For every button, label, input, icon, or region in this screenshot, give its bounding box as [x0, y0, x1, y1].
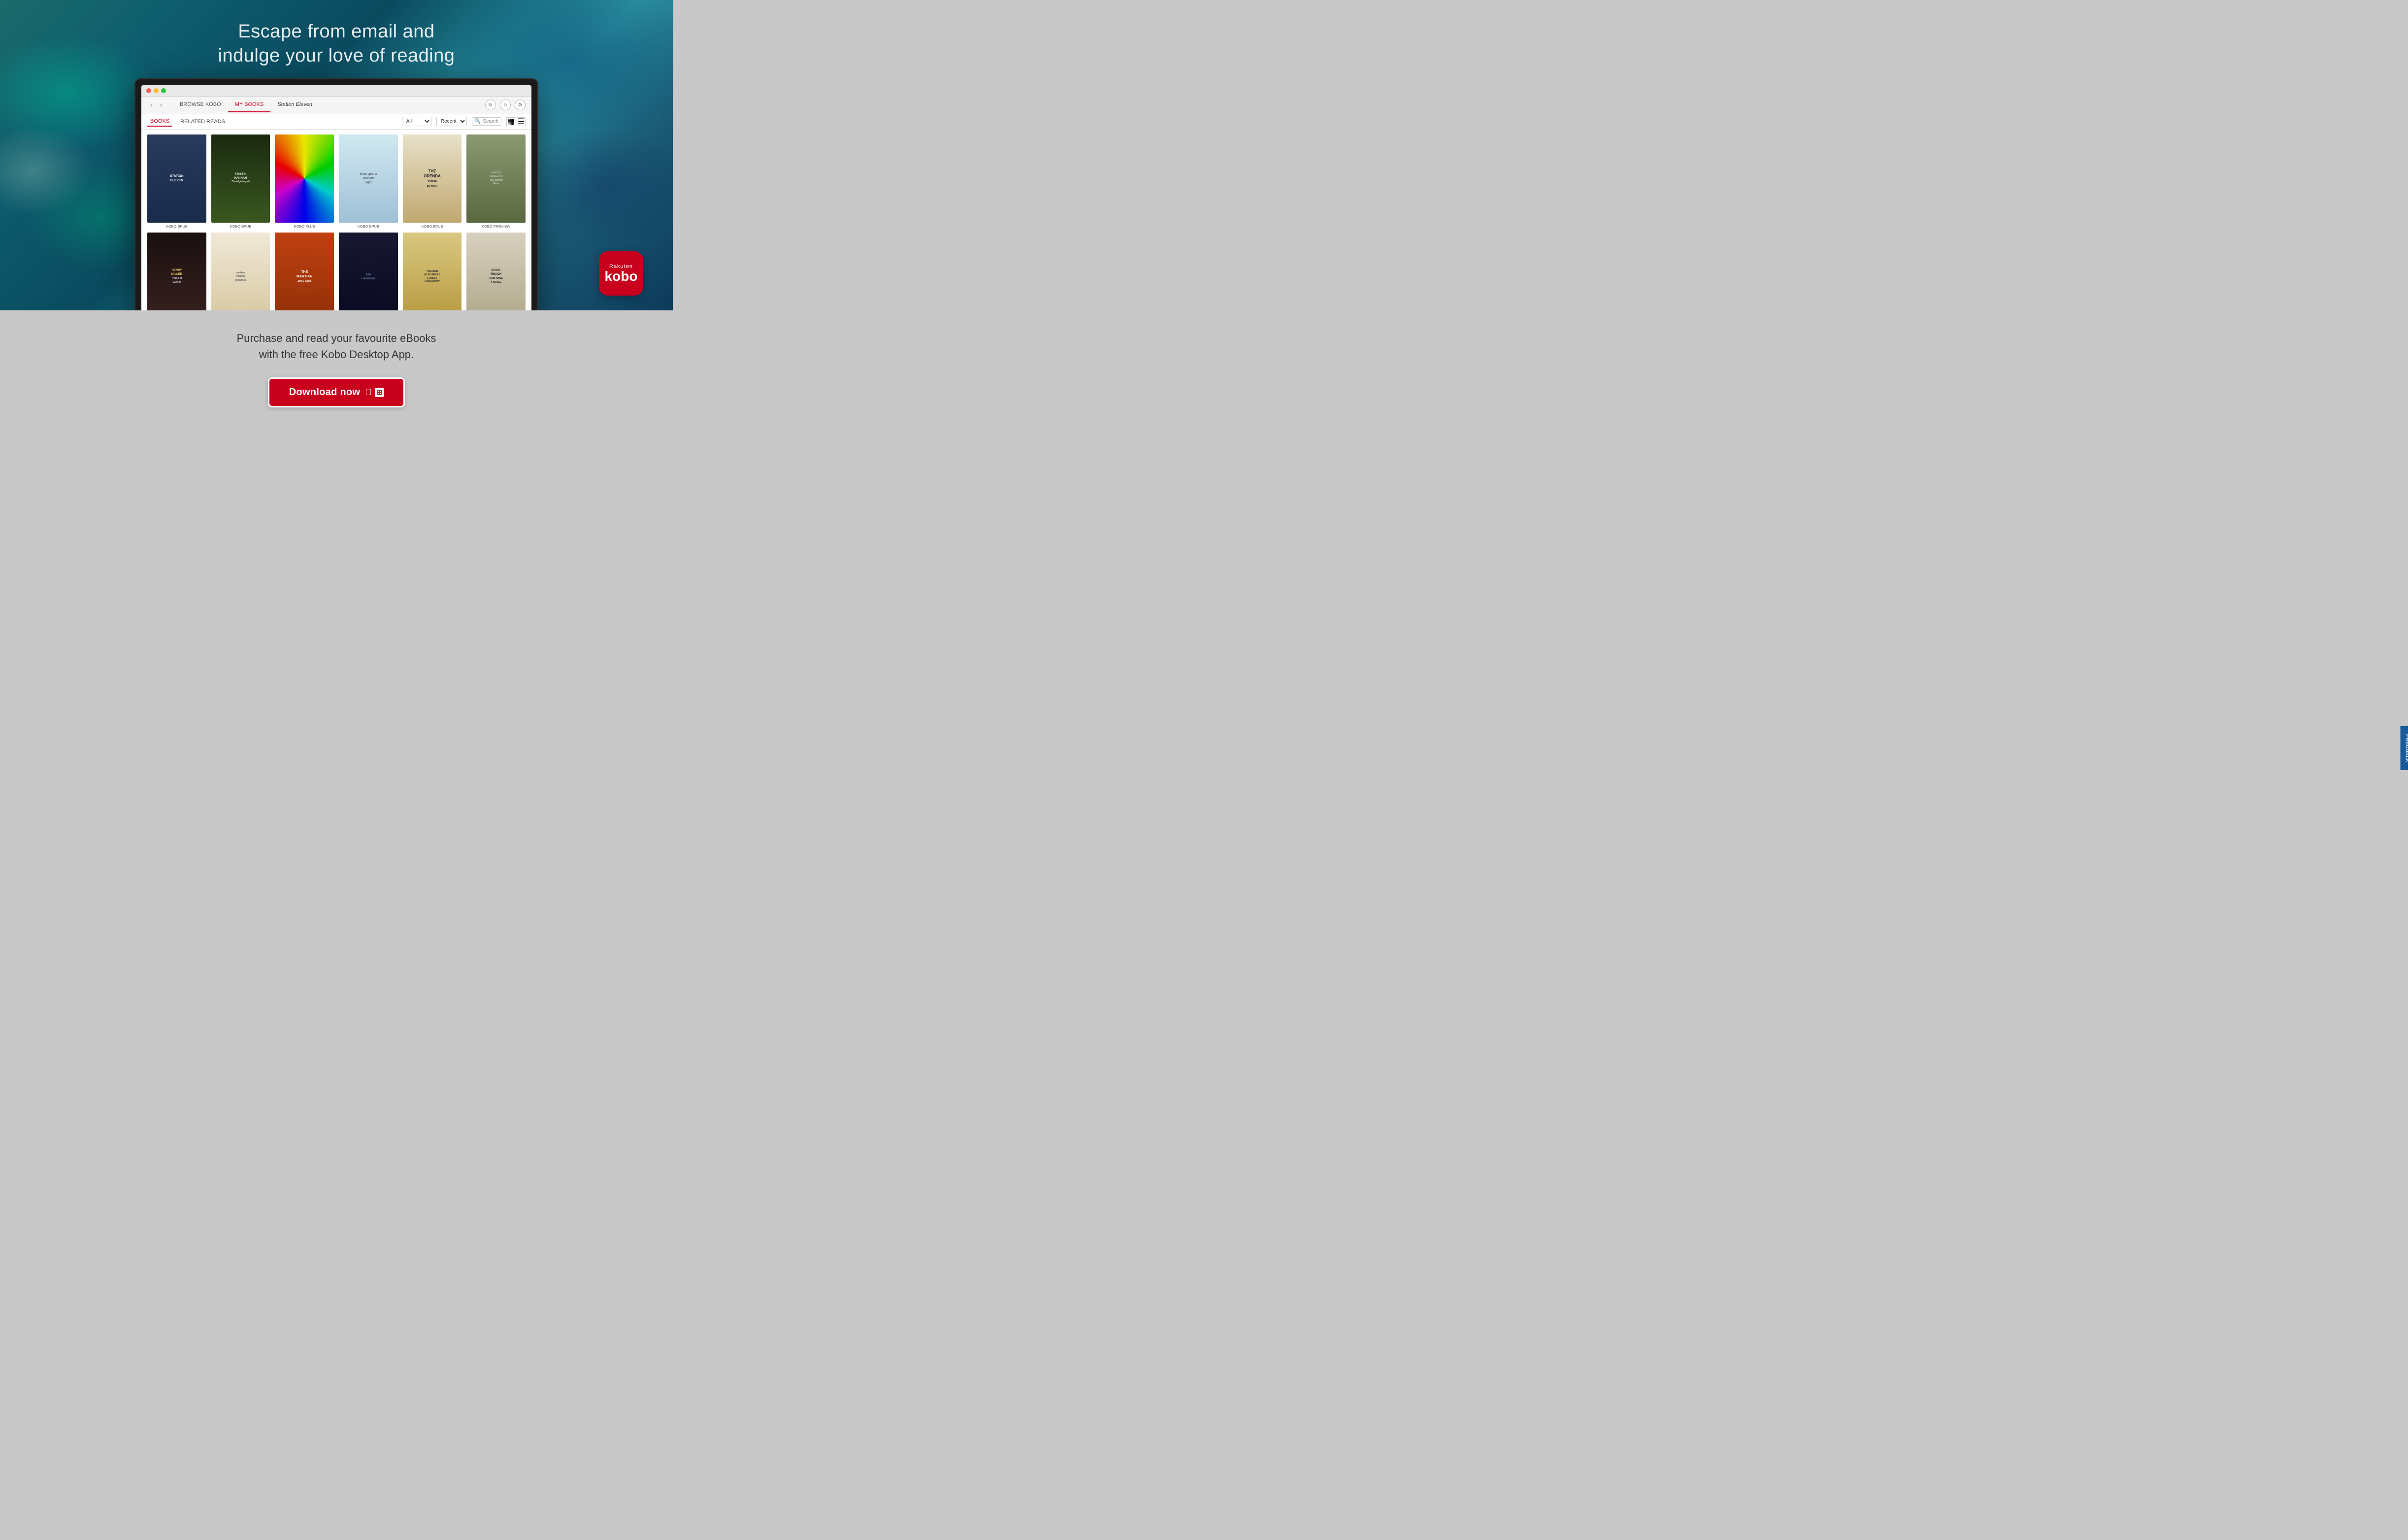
tab-browse-kobo[interactable]: BROWSE KOBO: [173, 98, 228, 112]
book-item-nightingale[interactable]: KRISTINHANNAHThe Nightingale KOBO EPUB: [211, 134, 270, 229]
platform-icons:  ⊞: [365, 387, 384, 398]
hero-title: Escape from email and indulge your love …: [218, 20, 455, 68]
app-nav: ‹ › BROWSE KOBO MY BOOKS Station Eleven …: [141, 97, 531, 114]
close-dot: [146, 88, 151, 93]
search-box[interactable]: 🔍 Search: [472, 117, 501, 126]
profile-icon[interactable]: ☺: [500, 100, 511, 110]
apple-icon: : [365, 387, 372, 398]
book-cover: THE SUNALSO RISESERNESTHEMINGWAY: [403, 233, 462, 310]
kobo-brand-label: kobo: [605, 269, 638, 283]
nav-arrows: ‹ ›: [147, 101, 165, 109]
book-label: KOBO EPUB: [230, 224, 251, 229]
tab-my-books[interactable]: MY BOOKS: [228, 98, 270, 112]
book-label: KOBO EPUB: [358, 224, 379, 229]
windows-icon: ⊞: [375, 388, 384, 397]
bottom-section: Purchase and read your favourite eBooks …: [0, 310, 673, 432]
book-item-buried-giant[interactable]: KAZUOISHIGUROThe BuriedGiant KOBO PREVIE…: [466, 134, 526, 229]
book-cover: STATIONELEVEN: [147, 134, 206, 223]
toolbar-tab-related[interactable]: RELATED READS: [177, 117, 228, 126]
book-cover: smittenkitchencookbook: [211, 233, 270, 310]
kobo-logo: Rakuten kobo: [599, 251, 643, 296]
book-item-cockroach[interactable]: COCK-ROACHRAW HAGEA NOVEL KOBO EPUB: [466, 233, 526, 310]
book-cover: KAZUOISHIGUROThe BuriedGiant: [466, 134, 526, 223]
description-text: Purchase and read your favourite eBooks …: [237, 330, 436, 363]
book-item-sun-also-rises[interactable]: THE SUNALSO RISESERNESTHEMINGWAY KOBO PR…: [403, 233, 462, 310]
laptop-screen: ‹ › BROWSE KOBO MY BOOKS Station Eleven …: [141, 85, 531, 310]
book-item-northern-night[interactable]: Once upon anorthernnight KOBO EPUB: [339, 134, 398, 229]
book-label: KOBO PLUS: [294, 224, 315, 229]
book-label: KOBO EPUB: [421, 224, 443, 229]
book-cover: [275, 134, 334, 223]
book-item-smitten[interactable]: smittenkitchencookbook KOBO EPUB: [211, 233, 270, 310]
back-arrow[interactable]: ‹: [147, 101, 155, 109]
settings-icon[interactable]: ⚙: [515, 100, 526, 110]
nav-icons: ↻ ☺ ⚙: [485, 100, 526, 110]
search-placeholder: Search: [483, 119, 498, 124]
book-cover: COCK-ROACHRAW HAGEA NOVEL: [466, 233, 526, 310]
book-cover: THEORENDAJOSEPHBOYDEN: [403, 134, 462, 223]
view-toggle: ▦ ☰: [506, 117, 526, 126]
book-item-station-eleven[interactable]: STATIONELEVEN KOBO EPUB: [147, 134, 206, 229]
nav-tabs: BROWSE KOBO MY BOOKS Station Eleven: [173, 98, 485, 112]
book-item-martian[interactable]: THEMARTIANANDY WEIR KOBO EPUB: [275, 233, 334, 310]
book-item-colorwheel[interactable]: KOBO PLUS: [275, 134, 334, 229]
books-grid: STATIONELEVEN KOBO EPUB KRISTINHANNAHThe…: [141, 130, 531, 310]
book-item-luminaries[interactable]: TheLuminaries KOBO PREVIEW: [339, 233, 398, 310]
books-toolbar: BOOKS RELATED READS All Recent 🔍 Search …: [141, 114, 531, 130]
maximize-dot: [161, 88, 166, 93]
filter-select[interactable]: All: [402, 117, 431, 126]
download-button[interactable]: Download now  ⊞: [268, 377, 405, 407]
feedback-tab[interactable]: Feedback: [2401, 726, 2408, 770]
book-item-tropic[interactable]: HENRYMILLERTropic ofCancer KOBO EPUB: [147, 233, 206, 310]
sync-icon[interactable]: ↻: [485, 100, 496, 110]
book-cover: THEMARTIANANDY WEIR: [275, 233, 334, 310]
minimize-dot: [154, 88, 159, 93]
book-label: KOBO PREVIEW: [482, 224, 510, 229]
laptop-frame: ‹ › BROWSE KOBO MY BOOKS Station Eleven …: [134, 78, 538, 310]
search-icon: 🔍: [475, 119, 481, 124]
book-cover: TheLuminaries: [339, 233, 398, 310]
hero-section: Escape from email and indulge your love …: [0, 0, 673, 310]
book-cover: KRISTINHANNAHThe Nightingale: [211, 134, 270, 223]
forward-arrow[interactable]: ›: [157, 101, 165, 109]
toolbar-tab-books[interactable]: BOOKS: [147, 117, 172, 127]
download-label: Download now: [289, 387, 361, 398]
book-item-orenda[interactable]: THEORENDAJOSEPHBOYDEN KOBO EPUB: [403, 134, 462, 229]
book-label: KOBO EPUB: [166, 224, 188, 229]
list-view-btn[interactable]: ☰: [517, 117, 526, 126]
screen-titlebar: [141, 85, 531, 97]
book-cover: Once upon anorthernnight: [339, 134, 398, 223]
laptop-mockup: ‹ › BROWSE KOBO MY BOOKS Station Eleven …: [134, 78, 538, 310]
grid-view-btn[interactable]: ▦: [506, 117, 515, 126]
sort-select[interactable]: Recent: [436, 117, 467, 126]
book-cover: HENRYMILLERTropic ofCancer: [147, 233, 206, 310]
tab-book-title[interactable]: Station Eleven: [270, 98, 319, 112]
